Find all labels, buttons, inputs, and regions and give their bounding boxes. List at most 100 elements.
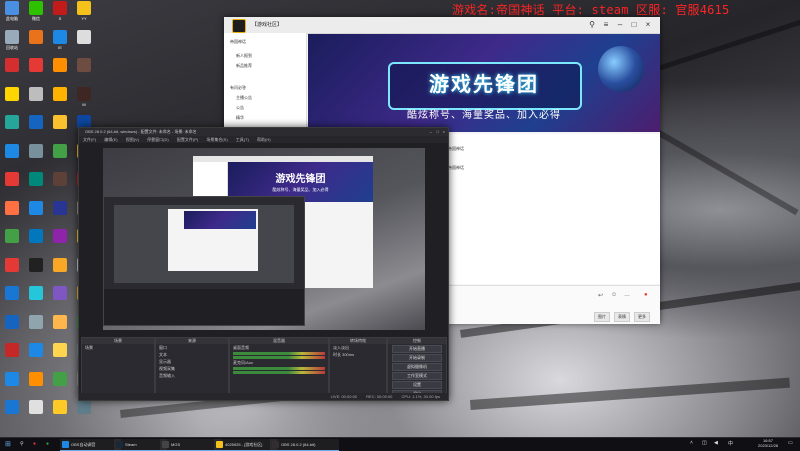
close-icon[interactable]: × [443,128,445,136]
source-item[interactable]: 文本 [159,352,225,358]
desktop-shortcut[interactable] [1,200,23,226]
desktop-shortcut[interactable] [1,229,23,254]
desktop-shortcut[interactable]: 此电脑 [1,1,23,26]
desktop-shortcut[interactable] [1,143,23,169]
event-banner[interactable]: 游戏先锋团 酷炫称号、海量奖品、加入必得 [308,34,660,132]
desktop-shortcut[interactable] [49,86,71,112]
emoji-button[interactable]: 表情 [614,312,630,322]
desktop-shortcut[interactable] [1,371,23,397]
channel-item[interactable]: 新品推荐 [236,63,252,69]
desktop-shortcut[interactable] [1,172,23,197]
desktop-shortcut[interactable] [25,58,47,83]
taskbar-app[interactable]: OBS 28.0.2 (64-bit) [270,439,339,451]
desktop-shortcut[interactable]: M [73,86,95,112]
obs-titlebar[interactable]: OBS 28.0.2 (64-bit, windows) - 配置文件: 未命名… [79,128,448,136]
close-icon[interactable]: × [642,19,654,31]
desktop-shortcut[interactable] [25,172,47,197]
mic-icon[interactable]: ● [644,292,648,298]
desktop-shortcut[interactable] [25,86,47,112]
controls-dock[interactable]: 控制 开始直播 开始录制 虚拟摄像机 工作室模式 设置 退出 [387,337,447,398]
minimize-icon[interactable]: – [614,19,626,31]
source-item[interactable]: 音频输入 [159,373,225,379]
desktop-shortcut[interactable]: 回收站 [1,29,23,55]
desktop-shortcut[interactable] [25,229,47,254]
desktop-shortcut[interactable] [25,29,47,55]
studio-mode-button[interactable]: 工作室模式 [392,372,442,380]
desktop-shortcut[interactable]: 微信 [25,1,47,26]
desktop-shortcut[interactable] [49,257,71,283]
minimize-icon[interactable]: – [430,128,432,136]
transitions-dock[interactable]: 转场特效 淡入淡出 时长 300ms [329,337,387,394]
browser-icon[interactable]: ● [33,440,36,449]
start-streaming-button[interactable]: 开始直播 [392,345,442,353]
desktop-shortcut[interactable] [25,286,47,311]
desktop-shortcut[interactable] [25,257,47,283]
scene-item[interactable]: 场景 [85,345,151,351]
menu-help[interactable]: 帮助(H) [257,137,271,142]
more-button[interactable]: 更多 [634,312,650,322]
desktop-shortcut[interactable] [25,371,47,397]
start-windows-icon[interactable]: ⊞ [5,440,11,449]
desktop-shortcut[interactable] [49,229,71,254]
mixer-dock[interactable]: 混音器 桌面音频 麦克风/Aux [229,337,329,394]
desktop-shortcut[interactable] [1,286,23,311]
desktop-shortcut[interactable] [49,200,71,226]
source-item[interactable]: 视频采集 [159,366,225,372]
desktop-shortcut[interactable] [25,343,47,368]
desktop-shortcut[interactable] [1,115,23,140]
tray-arrow-icon[interactable]: ˄ [690,440,693,446]
desktop-shortcut[interactable] [25,200,47,226]
desktop-shortcut[interactable] [49,286,71,311]
image-button[interactable]: 图片 [594,312,610,322]
desktop-shortcut[interactable]: IE [49,29,71,55]
network-icon[interactable]: ◫ [702,440,707,446]
settings-button[interactable]: 设置 [392,381,442,389]
desktop-shortcut[interactable] [25,314,47,340]
input-language[interactable]: 中 [728,440,733,447]
channel-item[interactable]: 帝国神话 [230,39,246,45]
desktop-shortcut[interactable] [49,400,71,425]
desktop-shortcut[interactable] [25,115,47,140]
notification-icon[interactable]: ▭ [788,440,793,446]
wechat-taskbar-icon[interactable]: ● [46,440,49,449]
desktop-shortcut[interactable] [49,172,71,197]
share-icon[interactable]: ↩ [598,292,603,299]
taskbar-app[interactable]: OBS自动调音 [60,439,121,451]
source-item[interactable]: 显示器 [159,359,225,365]
maximize-icon[interactable]: □ [628,19,640,31]
scenes-dock[interactable]: 场景 场景 [81,337,155,394]
transition-duration[interactable]: 时长 300ms [333,352,383,358]
desktop-shortcut[interactable] [25,400,47,425]
desktop-shortcut[interactable] [1,400,23,425]
start-recording-button[interactable]: 开始录制 [392,354,442,362]
desktop-shortcut[interactable] [73,400,95,425]
desktop-shortcut[interactable] [49,115,71,140]
channel-item[interactable]: 精华 [236,115,244,121]
desktop-shortcut[interactable] [1,86,23,112]
source-item[interactable]: 窗口 [159,345,225,351]
transition-select[interactable]: 淡入淡出 [333,345,383,351]
menu-view[interactable]: 视图(V) [126,137,139,142]
menu-edit[interactable]: 编辑(E) [104,137,117,142]
chat-titlebar[interactable]: 【游戏社区】 ⚲ ≡ – □ × [224,17,660,34]
obs-preview-canvas[interactable]: 游戏先锋团 酷炫称号、海量奖品、加入必得 [103,148,425,330]
emoji-icon[interactable]: ☺ [611,292,617,298]
channel-item[interactable]: 新人报到 [236,53,252,59]
pin-icon[interactable]: ⚲ [586,19,598,31]
desktop-shortcut[interactable] [49,314,71,340]
desktop-shortcut[interactable] [73,58,95,83]
taskbar-app[interactable]: MGS [160,439,221,451]
channel-item[interactable]: 公告 [236,105,244,111]
desktop-shortcut[interactable] [1,257,23,283]
desktop-shortcut[interactable] [49,343,71,368]
obs-window[interactable]: OBS 28.0.2 (64-bit, windows) - 配置文件: 未命名… [78,127,449,401]
channel-item[interactable]: 有问必答 [230,85,246,91]
maximize-icon[interactable]: □ [437,128,439,136]
desktop-shortcut[interactable] [1,58,23,83]
search-icon[interactable]: ⚲ [20,440,24,449]
menu-tools[interactable]: 工具(T) [236,137,249,142]
taskbar-app[interactable]: 4025925 - [游戏社区] [214,439,277,451]
desktop-shortcut[interactable]: S [49,1,71,26]
menu-scene-collection[interactable]: 场景集合(S) [206,137,227,142]
desktop-shortcut[interactable] [49,143,71,169]
